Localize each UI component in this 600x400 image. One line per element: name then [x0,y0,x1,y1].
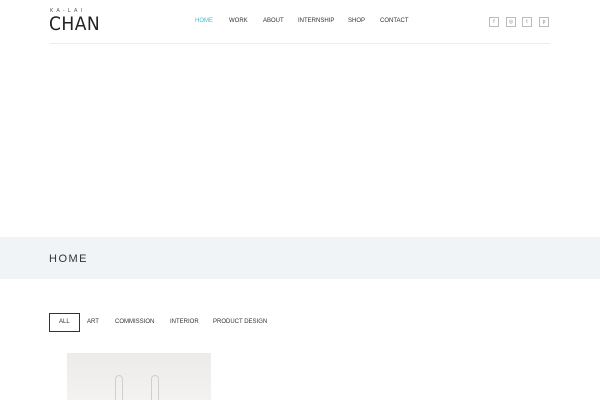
portfolio-item-thumbnail[interactable] [67,353,211,400]
logo-title: CHAN [49,13,101,35]
nav-item-work[interactable]: WORK [229,18,248,24]
instagram-icon[interactable]: ◎ [506,17,516,27]
filter-commission[interactable]: COMMISSION [115,313,154,332]
filter-product-design[interactable]: PRODUCT DESIGN [213,313,267,332]
nav-item-shop[interactable]: SHOP [348,18,365,24]
page-title: HOME [49,253,88,265]
site-header: KA-LAI CHAN HOME WORK ABOUT INTERNSHIP S… [0,0,600,44]
thumbnail-graphic [115,375,123,400]
header-divider [50,43,550,44]
filter-interior[interactable]: INTERIOR [170,313,199,332]
nav-item-internship[interactable]: INTERNSHIP [298,18,334,24]
filter-all[interactable]: ALL [49,313,80,332]
twitter-icon[interactable]: t [522,17,532,27]
nav-item-home[interactable]: HOME [195,18,213,24]
nav-item-about[interactable]: ABOUT [263,18,284,24]
filter-art[interactable]: ART [87,313,99,332]
pinterest-icon[interactable]: p [539,17,549,27]
nav-item-contact[interactable]: CONTACT [380,18,409,24]
site-logo[interactable]: KA-LAI CHAN [49,8,101,35]
thumbnail-graphic [151,375,159,400]
page-title-band: HOME [0,237,600,279]
facebook-icon[interactable]: f [489,17,499,27]
